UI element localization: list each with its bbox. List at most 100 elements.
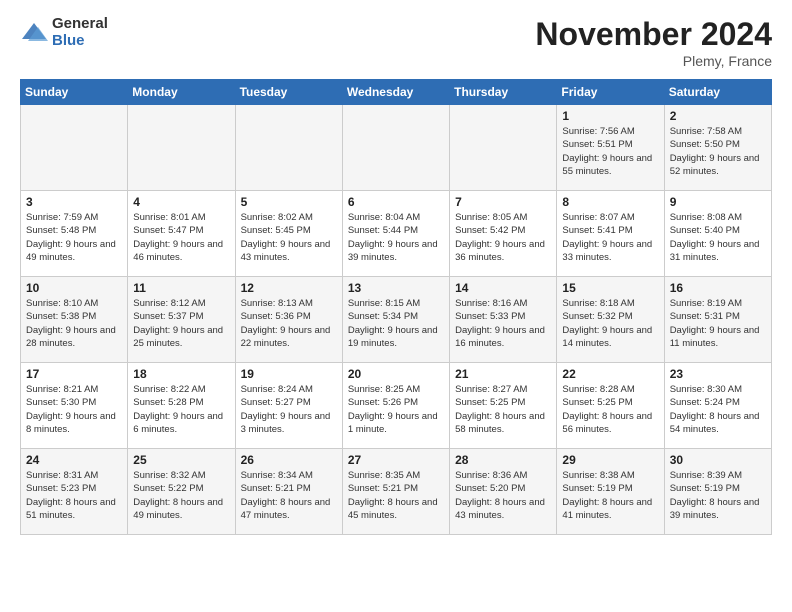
day-number: 27 bbox=[348, 453, 444, 467]
table-row: 19 Sunrise: 8:24 AMSunset: 5:27 PMDayligh… bbox=[235, 363, 342, 449]
day-info: Sunrise: 8:21 AMSunset: 5:30 PMDaylight:… bbox=[26, 383, 122, 436]
day-number: 7 bbox=[455, 195, 551, 209]
col-tuesday: Tuesday bbox=[235, 80, 342, 105]
table-row: 20Sunrise: 8:25 AMSunset: 5:26 PMDayligh… bbox=[342, 363, 449, 449]
logo-icon bbox=[20, 19, 48, 47]
col-thursday: Thursday bbox=[450, 80, 557, 105]
table-row: 22Sunrise: 8:28 AMSunset: 5:25 PMDayligh… bbox=[557, 363, 664, 449]
day-info: Sunrise: 8:27 AMSunset: 5:25 PMDaylight:… bbox=[455, 383, 551, 436]
day-info: Sunrise: 8:16 AMSunset: 5:33 PMDaylight:… bbox=[455, 297, 551, 350]
col-friday: Friday bbox=[557, 80, 664, 105]
day-info: Sunrise: 7:58 AMSunset: 5:50 PMDaylight:… bbox=[670, 125, 766, 178]
table-row bbox=[128, 105, 235, 191]
calendar-header-row: Sunday Monday Tuesday Wednesday Thursday… bbox=[21, 80, 772, 105]
day-info: Sunrise: 8:35 AMSunset: 5:21 PMDaylight:… bbox=[348, 469, 444, 522]
month-title: November 2024 bbox=[535, 16, 772, 53]
table-row: 2 Sunrise: 7:58 AMSunset: 5:50 PMDaylight… bbox=[664, 105, 771, 191]
day-info: Sunrise: 8:01 AMSunset: 5:47 PMDaylight:… bbox=[133, 211, 229, 264]
day-info: Sunrise: 8:36 AMSunset: 5:20 PMDaylight:… bbox=[455, 469, 551, 522]
day-number: 9 bbox=[670, 195, 766, 209]
logo-text: General Blue bbox=[52, 16, 108, 49]
day-number: 6 bbox=[348, 195, 444, 209]
table-row: 30 Sunrise: 8:39 AMSunset: 5:19 PMDayligh… bbox=[664, 449, 771, 535]
table-row: 13Sunrise: 8:15 AMSunset: 5:34 PMDayligh… bbox=[342, 277, 449, 363]
day-number: 23 bbox=[670, 367, 766, 381]
calendar: Sunday Monday Tuesday Wednesday Thursday… bbox=[20, 79, 772, 535]
table-row: 9 Sunrise: 8:08 AMSunset: 5:40 PMDaylight… bbox=[664, 191, 771, 277]
day-info: Sunrise: 7:59 AMSunset: 5:48 PMDaylight:… bbox=[26, 211, 122, 264]
col-monday: Monday bbox=[128, 80, 235, 105]
calendar-week-row: 24 Sunrise: 8:31 AMSunset: 5:23 PMDayligh… bbox=[21, 449, 772, 535]
table-row: 6 Sunrise: 8:04 AMSunset: 5:44 PMDaylight… bbox=[342, 191, 449, 277]
day-number: 28 bbox=[455, 453, 551, 467]
day-number: 1 bbox=[562, 109, 658, 123]
day-number: 15 bbox=[562, 281, 658, 295]
calendar-week-row: 17 Sunrise: 8:21 AMSunset: 5:30 PMDayligh… bbox=[21, 363, 772, 449]
day-info: Sunrise: 8:22 AMSunset: 5:28 PMDaylight:… bbox=[133, 383, 229, 436]
day-number: 17 bbox=[26, 367, 122, 381]
day-number: 20 bbox=[348, 367, 444, 381]
table-row: 18 Sunrise: 8:22 AMSunset: 5:28 PMDayligh… bbox=[128, 363, 235, 449]
col-wednesday: Wednesday bbox=[342, 80, 449, 105]
table-row: 25 Sunrise: 8:32 AMSunset: 5:22 PMDayligh… bbox=[128, 449, 235, 535]
day-number: 5 bbox=[241, 195, 337, 209]
day-info: Sunrise: 8:19 AMSunset: 5:31 PMDaylight:… bbox=[670, 297, 766, 350]
table-row: 29Sunrise: 8:38 AMSunset: 5:19 PMDayligh… bbox=[557, 449, 664, 535]
day-info: Sunrise: 8:28 AMSunset: 5:25 PMDaylight:… bbox=[562, 383, 658, 436]
day-info: Sunrise: 8:13 AMSunset: 5:36 PMDaylight:… bbox=[241, 297, 337, 350]
day-info: Sunrise: 8:04 AMSunset: 5:44 PMDaylight:… bbox=[348, 211, 444, 264]
table-row: 5 Sunrise: 8:02 AMSunset: 5:45 PMDaylight… bbox=[235, 191, 342, 277]
day-number: 29 bbox=[562, 453, 658, 467]
header: General Blue November 2024 Plemy, France bbox=[20, 16, 772, 69]
day-number: 8 bbox=[562, 195, 658, 209]
table-row: 11 Sunrise: 8:12 AMSunset: 5:37 PMDayligh… bbox=[128, 277, 235, 363]
day-info: Sunrise: 8:02 AMSunset: 5:45 PMDaylight:… bbox=[241, 211, 337, 264]
logo-general-text: General bbox=[52, 16, 108, 33]
table-row bbox=[450, 105, 557, 191]
day-info: Sunrise: 8:18 AMSunset: 5:32 PMDaylight:… bbox=[562, 297, 658, 350]
day-info: Sunrise: 8:32 AMSunset: 5:22 PMDaylight:… bbox=[133, 469, 229, 522]
day-number: 30 bbox=[670, 453, 766, 467]
day-number: 25 bbox=[133, 453, 229, 467]
day-number: 2 bbox=[670, 109, 766, 123]
day-number: 26 bbox=[241, 453, 337, 467]
day-number: 4 bbox=[133, 195, 229, 209]
day-number: 19 bbox=[241, 367, 337, 381]
table-row: 4 Sunrise: 8:01 AMSunset: 5:47 PMDaylight… bbox=[128, 191, 235, 277]
col-saturday: Saturday bbox=[664, 80, 771, 105]
calendar-week-row: 3 Sunrise: 7:59 AMSunset: 5:48 PMDaylight… bbox=[21, 191, 772, 277]
day-number: 24 bbox=[26, 453, 122, 467]
table-row: 24 Sunrise: 8:31 AMSunset: 5:23 PMDayligh… bbox=[21, 449, 128, 535]
logo: General Blue bbox=[20, 16, 108, 49]
day-info: Sunrise: 8:34 AMSunset: 5:21 PMDaylight:… bbox=[241, 469, 337, 522]
day-info: Sunrise: 8:31 AMSunset: 5:23 PMDaylight:… bbox=[26, 469, 122, 522]
table-row: 23Sunrise: 8:30 AMSunset: 5:24 PMDayligh… bbox=[664, 363, 771, 449]
day-info: Sunrise: 8:12 AMSunset: 5:37 PMDaylight:… bbox=[133, 297, 229, 350]
day-info: Sunrise: 8:07 AMSunset: 5:41 PMDaylight:… bbox=[562, 211, 658, 264]
day-number: 18 bbox=[133, 367, 229, 381]
day-info: Sunrise: 8:08 AMSunset: 5:40 PMDaylight:… bbox=[670, 211, 766, 264]
day-number: 14 bbox=[455, 281, 551, 295]
table-row: 7Sunrise: 8:05 AMSunset: 5:42 PMDaylight… bbox=[450, 191, 557, 277]
table-row: 8 Sunrise: 8:07 AMSunset: 5:41 PMDaylight… bbox=[557, 191, 664, 277]
col-sunday: Sunday bbox=[21, 80, 128, 105]
table-row: 3 Sunrise: 7:59 AMSunset: 5:48 PMDaylight… bbox=[21, 191, 128, 277]
day-number: 3 bbox=[26, 195, 122, 209]
day-info: Sunrise: 8:39 AMSunset: 5:19 PMDaylight:… bbox=[670, 469, 766, 522]
calendar-week-row: 1Sunrise: 7:56 AMSunset: 5:51 PMDaylight… bbox=[21, 105, 772, 191]
day-info: Sunrise: 8:10 AMSunset: 5:38 PMDaylight:… bbox=[26, 297, 122, 350]
day-number: 16 bbox=[670, 281, 766, 295]
table-row: 17 Sunrise: 8:21 AMSunset: 5:30 PMDayligh… bbox=[21, 363, 128, 449]
day-number: 11 bbox=[133, 281, 229, 295]
table-row: 26 Sunrise: 8:34 AMSunset: 5:21 PMDayligh… bbox=[235, 449, 342, 535]
day-info: Sunrise: 8:24 AMSunset: 5:27 PMDaylight:… bbox=[241, 383, 337, 436]
day-number: 13 bbox=[348, 281, 444, 295]
calendar-week-row: 10 Sunrise: 8:10 AMSunset: 5:38 PMDayligh… bbox=[21, 277, 772, 363]
table-row bbox=[342, 105, 449, 191]
day-number: 21 bbox=[455, 367, 551, 381]
table-row: 12Sunrise: 8:13 AMSunset: 5:36 PMDayligh… bbox=[235, 277, 342, 363]
table-row bbox=[235, 105, 342, 191]
day-number: 10 bbox=[26, 281, 122, 295]
table-row: 21 Sunrise: 8:27 AMSunset: 5:25 PMDayligh… bbox=[450, 363, 557, 449]
table-row: 1Sunrise: 7:56 AMSunset: 5:51 PMDaylight… bbox=[557, 105, 664, 191]
